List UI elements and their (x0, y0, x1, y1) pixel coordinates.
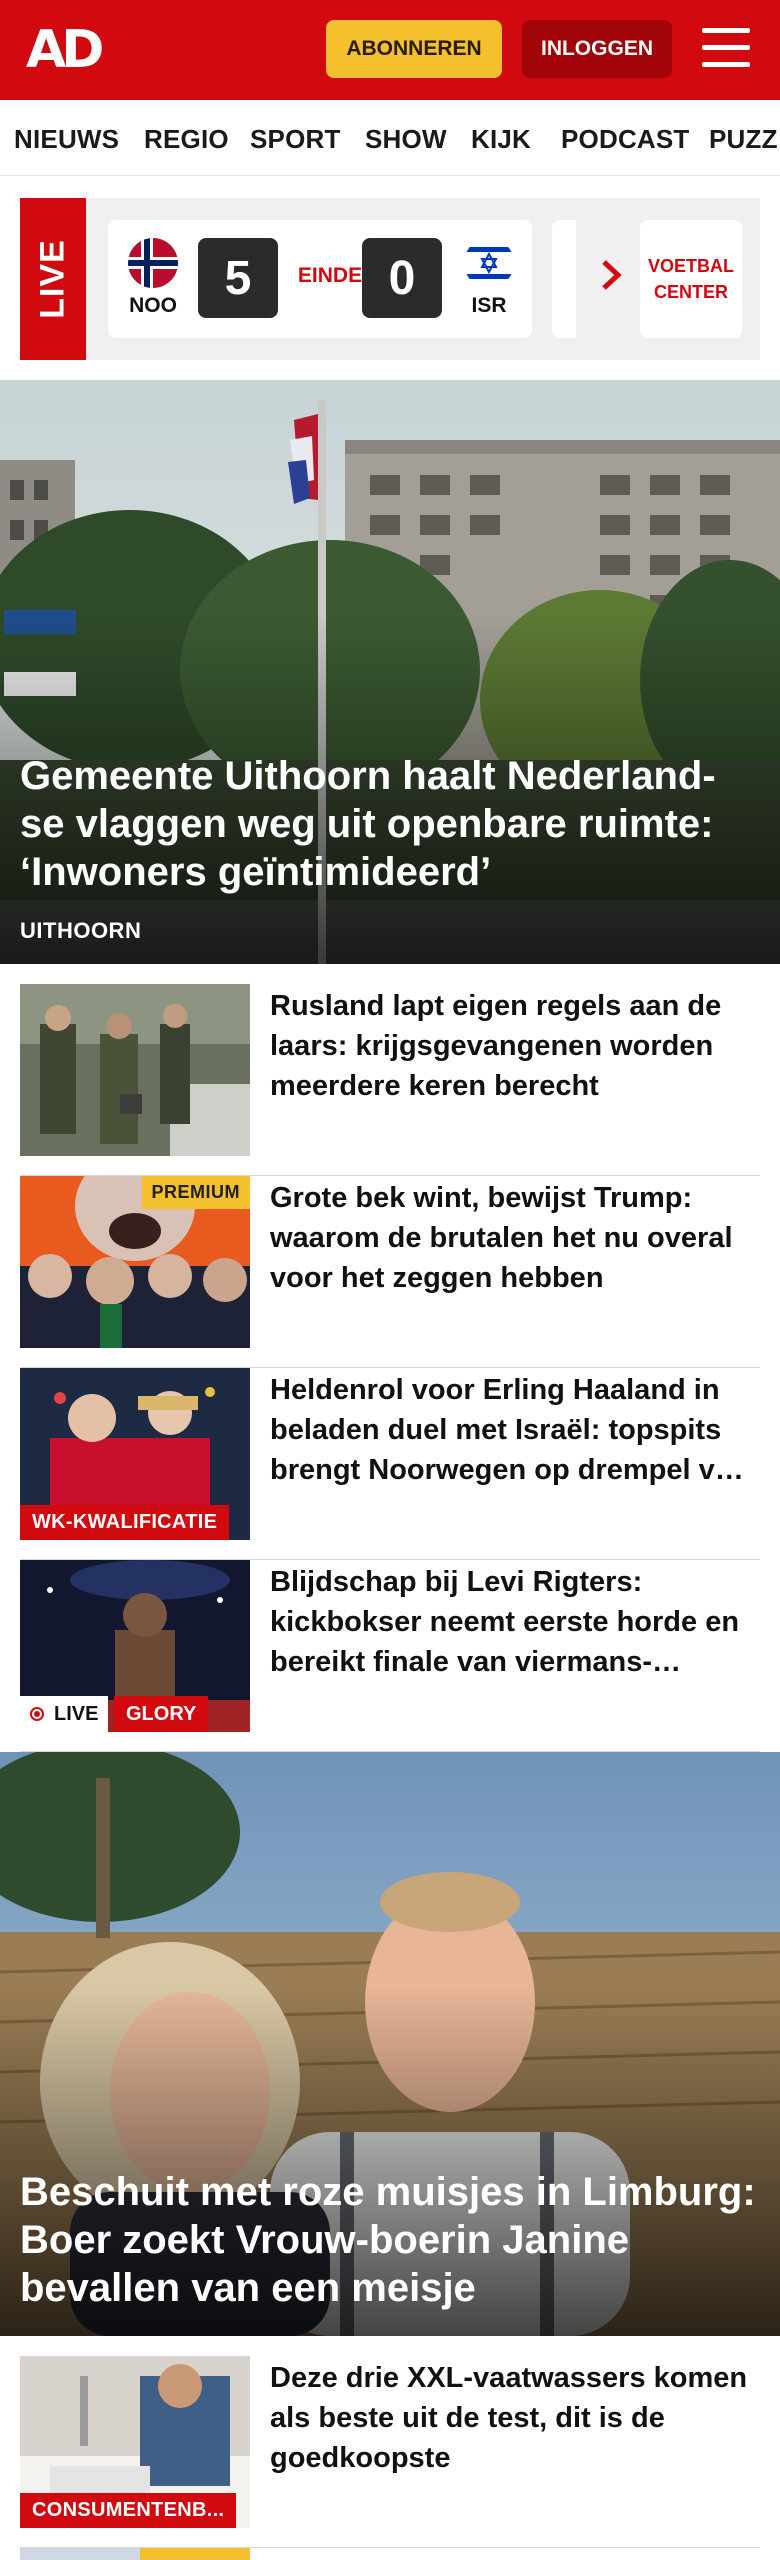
login-button[interactable]: INLOGGEN (522, 20, 672, 78)
article-thumbnail: PREMIUM (20, 1176, 250, 1348)
chevron-right-icon[interactable] (590, 254, 632, 296)
ad-logo[interactable]: AD (26, 24, 104, 76)
nav-item-puzzel[interactable]: PUZZ (709, 124, 778, 155)
nav-item-sport[interactable]: SPORT (250, 124, 341, 155)
home-team-code: NOO (129, 294, 177, 317)
live-dot-icon (30, 1707, 44, 1721)
article-thumbnail: LIVE GLORY (20, 1560, 250, 1732)
live-tag: LIVE (20, 198, 86, 360)
next-article-thumbnail[interactable] (20, 2548, 250, 2560)
nav-item-nieuws[interactable]: NIEUWS (14, 124, 119, 155)
norway-flag-icon (128, 238, 178, 288)
section-nav: NIEUWS REGIO SPORT SHOW KIJK PODCAST PUZ… (0, 100, 780, 176)
article-title[interactable]: Rusland lapt eigen regels aan de laars: … (270, 986, 750, 1106)
live-scores-widget: LIVE NOO 5 EINDE 0 ISR VOETBAL CENTER (20, 198, 760, 360)
article-thumbnail: CONSUMENTENB... (20, 2356, 250, 2528)
away-team-code: ISR (471, 294, 507, 317)
match-status: EINDE (297, 264, 363, 287)
home-score: 5 (198, 238, 278, 318)
category-badge: WK-KWALIFICATIE (20, 1505, 230, 1540)
article-title[interactable]: Blijdschap bij Levi Rigters: kickbokser … (270, 1562, 750, 1682)
article-title[interactable]: Deze drie XXL-vaatwassers komen als best… (270, 2358, 750, 2478)
nav-item-kijk[interactable]: KIJK (471, 124, 531, 155)
hero-title[interactable]: Gemeente Uithoorn haalt Nederland-se vla… (20, 752, 760, 896)
subscribe-button[interactable]: ABONNEREN (326, 20, 502, 78)
away-score: 0 (362, 238, 442, 318)
voetbal-center-link[interactable]: VOETBAL CENTER (640, 220, 742, 338)
category-badge: GLORY (114, 1696, 209, 1732)
article-title[interactable]: Heldenrol voor Erling Haaland in beladen… (270, 1370, 750, 1490)
hero-article-uithoorn[interactable]: Gemeente Uithoorn haalt Nederland-se vla… (0, 380, 780, 964)
top-bar: AD ABONNEREN INLOGGEN (0, 0, 780, 100)
live-badge: LIVE (20, 1696, 109, 1732)
hero-title[interactable]: Beschuit met roze muisjes in Limburg: Bo… (20, 2168, 760, 2312)
israel-flag-icon (464, 238, 514, 288)
list-item[interactable]: Rusland lapt eigen regels aan de laars: … (20, 984, 760, 1176)
article-title[interactable]: Grote bek wint, bewijst Trump: waarom de… (270, 1178, 750, 1298)
article-thumbnail (20, 984, 250, 1156)
list-item[interactable]: CONSUMENTENB... Deze drie XXL-vaatwasser… (20, 2356, 760, 2548)
hero-location-label: UITHOORN (20, 918, 142, 943)
list-item[interactable]: WK-KWALIFICATIE Heldenrol voor Erling Ha… (20, 1368, 760, 1560)
list-item[interactable]: LIVE GLORY Blijdschap bij Levi Rigters: … (20, 1560, 760, 1752)
premium-badge: PREMIUM (141, 1176, 250, 1209)
next-match-card[interactable] (552, 220, 576, 338)
nav-item-regio[interactable]: REGIO (144, 124, 229, 155)
article-thumbnail: WK-KWALIFICATIE (20, 1368, 250, 1540)
nav-item-podcast[interactable]: PODCAST (561, 124, 690, 155)
category-badge: CONSUMENTENB... (20, 2493, 237, 2528)
match-card[interactable]: NOO 5 EINDE 0 ISR (108, 220, 532, 338)
hero-article-boer-zoekt-vrouw[interactable]: Beschuit met roze muisjes in Limburg: Bo… (0, 1752, 780, 2336)
nav-item-show[interactable]: SHOW (365, 124, 447, 155)
list-item[interactable]: PREMIUM Grote bek wint, bewijst Trump: w… (20, 1176, 760, 1368)
hamburger-menu-icon[interactable] (702, 26, 750, 70)
